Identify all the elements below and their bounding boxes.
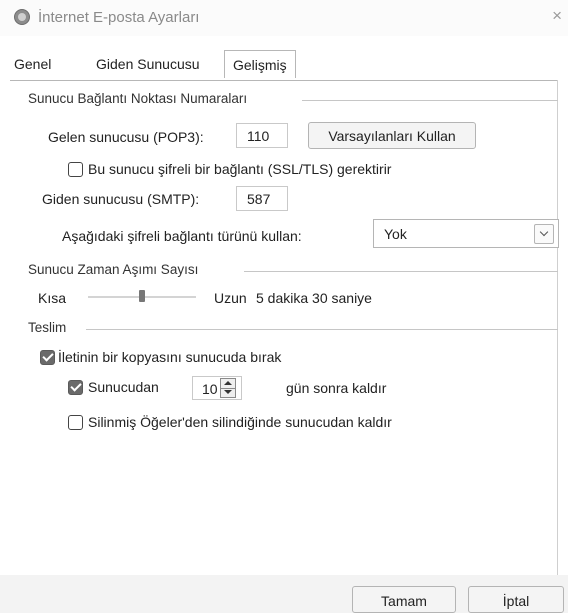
encryption-type-select[interactable]: Yok [373, 219, 559, 248]
encryption-type-label: Aşağıdaki şifreli bağlantı türünü kullan… [62, 228, 302, 244]
ok-button[interactable]: Tamam [352, 586, 456, 613]
tab-strip: Genel Giden Sunucusu Gelişmiş [10, 50, 558, 82]
tab-advanced[interactable]: Gelişmiş [224, 50, 296, 78]
ok-button-label: Tamam [381, 593, 427, 609]
window-title: İnternet E-posta Ayarları [38, 9, 200, 26]
stepper-buttons [220, 378, 236, 398]
tab-outgoing-server[interactable]: Giden Sunucusu [96, 56, 200, 72]
outlook-app-icon [14, 9, 30, 25]
timeout-value-text: 5 dakika 30 saniye [256, 290, 372, 306]
stepper-down-icon[interactable] [221, 388, 235, 397]
remove-after-suffix: gün sonra kaldır [286, 380, 387, 396]
remove-after-days-stepper[interactable]: 10 [192, 376, 242, 400]
cancel-button[interactable]: İptal [468, 586, 564, 613]
group-title-delivery: Teslim [28, 320, 67, 335]
remove-deleted-label: Silinmiş Öğeler'den silindiğinde sunucud… [88, 414, 392, 430]
group-divider [86, 329, 558, 330]
close-icon[interactable]: × [552, 6, 562, 26]
use-defaults-label: Varsayılanları Kullan [328, 128, 456, 144]
group-divider [302, 100, 558, 101]
cancel-button-label: İptal [502, 593, 530, 609]
timeout-slider-thumb[interactable] [139, 290, 145, 302]
remove-after-label: Sunucudan [88, 379, 159, 395]
remove-deleted-checkbox[interactable] [68, 415, 83, 430]
remove-after-checkbox[interactable] [68, 380, 83, 395]
outgoing-server-label: Giden sunucusu (SMTP): [42, 191, 200, 207]
leave-copy-label: İletinin bir kopyasını sunucuda bırak [58, 349, 282, 365]
tab-general[interactable]: Genel [14, 56, 51, 72]
incoming-server-label: Gelen sunucusu (POP3): [48, 129, 204, 145]
ssl-checkbox[interactable] [68, 162, 83, 177]
remove-after-days-value: 10 [202, 381, 218, 397]
encryption-type-value: Yok [384, 226, 407, 242]
panel-border [557, 80, 558, 580]
ssl-checkbox-label: Bu sunucu şifreli bir bağlantı (SSL/TLS)… [88, 161, 392, 177]
group-title-port-numbers: Sunucu Bağlantı Noktası Numaraları [28, 91, 248, 106]
group-divider [244, 271, 558, 272]
tab-divider [10, 80, 558, 81]
outgoing-port-input[interactable]: 587 [236, 186, 288, 211]
timeout-short-label: Kısa [38, 290, 67, 306]
group-title-timeouts: Sunucu Zaman Aşımı Sayısı [28, 262, 199, 277]
incoming-port-input[interactable]: 110 [236, 123, 288, 148]
use-defaults-button[interactable]: Varsayılanları Kullan [308, 122, 476, 149]
title-bar: İnternet E-posta Ayarları × [0, 0, 568, 36]
leave-copy-checkbox[interactable] [40, 350, 55, 365]
chevron-down-icon[interactable] [534, 224, 554, 244]
timeout-long-label: Uzun [214, 290, 247, 306]
